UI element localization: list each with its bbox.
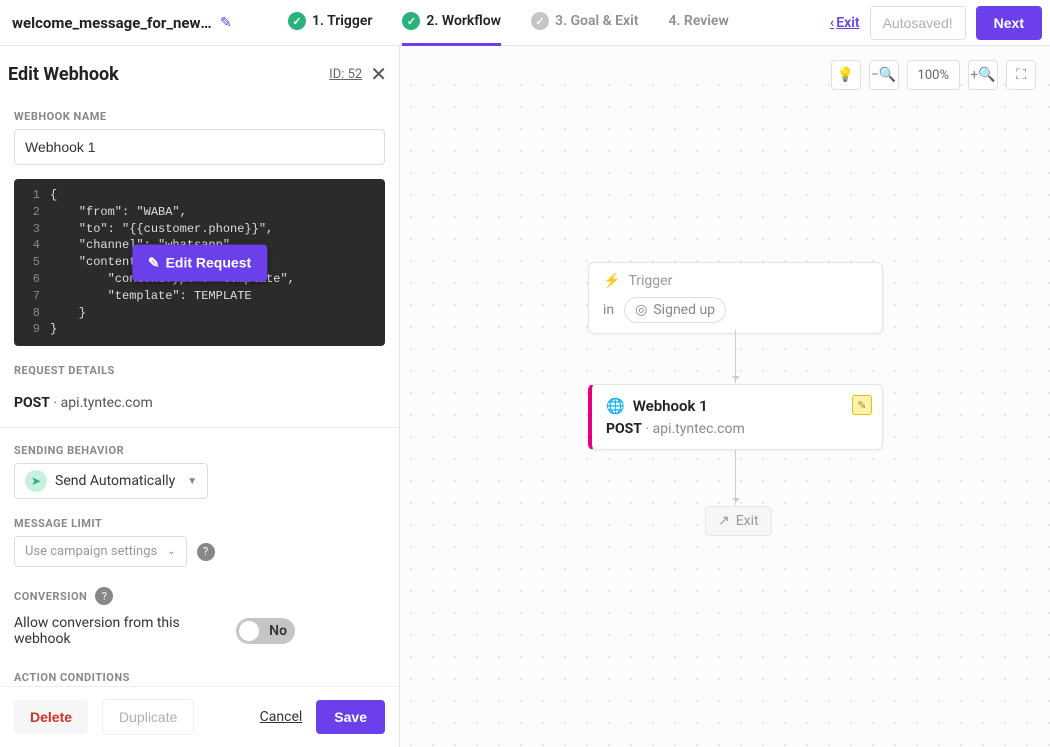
edit-title-icon[interactable]: ✎ (220, 15, 232, 31)
zoom-level: 100% (907, 60, 960, 90)
step-review[interactable]: 4. Review (668, 0, 728, 46)
hint-icon[interactable]: 💡 (831, 60, 861, 90)
webhook-name-input[interactable] (14, 129, 385, 165)
exit-link[interactable]: ‹Exit (830, 15, 860, 31)
top-bar: welcome_message_for_new_… ✎ ✓ 1. Trigger… (0, 0, 1050, 46)
step-trigger[interactable]: ✓ 1. Trigger (288, 0, 372, 46)
next-button[interactable]: Next (976, 6, 1042, 40)
edit-webhook-panel: Edit Webhook ID: 52 ✕ WEBHOOK NAME 1{ 2 … (0, 46, 400, 747)
connector (735, 330, 736, 383)
connector (735, 450, 736, 505)
request-body-preview: 1{ 2 "from": "WABA", 3 "to": "{{customer… (14, 179, 385, 346)
note-icon[interactable]: ✎ (852, 395, 872, 415)
message-limit-select[interactable]: Use campaign settings ⌄ (14, 536, 187, 567)
zoom-out-button[interactable]: −🔍 (869, 60, 899, 90)
webhook-id[interactable]: ID: 52 (329, 67, 362, 82)
conversion-label: CONVERSION (14, 590, 87, 603)
wizard-steps: ✓ 1. Trigger ✓ 2. Workflow ✓ 3. Goal & E… (288, 0, 830, 46)
chevron-left-icon: ‹ (830, 15, 834, 31)
zoom-fit-button[interactable]: ⛶ (1006, 60, 1036, 90)
exit-node[interactable]: ↗ Exit (705, 506, 772, 536)
step-workflow[interactable]: ✓ 2. Workflow (402, 0, 501, 46)
pencil-icon: ✎ (148, 254, 160, 271)
delete-button[interactable]: Delete (14, 700, 88, 734)
autosaved-indicator: Autosaved! (870, 6, 966, 40)
help-icon[interactable]: ? (95, 587, 113, 605)
campaign-title: welcome_message_for_new_… (12, 14, 212, 32)
panel-title: Edit Webhook (8, 64, 119, 85)
sending-behavior-select[interactable]: ➤ Send Automatically ▼ (14, 463, 208, 499)
conversion-text: Allow conversion from this webhook (14, 615, 236, 647)
check-icon: ✓ (402, 12, 420, 30)
step-goal-exit[interactable]: ✓ 3. Goal & Exit (531, 0, 638, 46)
sending-behavior-label: SENDING BEHAVIOR (14, 444, 385, 457)
action-conditions-label: ACTION CONDITIONS (14, 671, 385, 684)
bolt-icon: ⚡ (603, 273, 620, 289)
edit-request-button[interactable]: ✎ Edit Request (132, 244, 267, 281)
webhook-name-label: WEBHOOK NAME (14, 110, 385, 123)
request-details-label: REQUEST DETAILS (14, 364, 385, 377)
segment-icon: ◎ (635, 302, 647, 318)
segment-pill: ◎Signed up (624, 297, 726, 323)
check-icon: ✓ (531, 12, 549, 30)
send-icon: ➤ (25, 470, 47, 492)
request-details: POST · api.tyntec.com (14, 395, 385, 411)
check-icon: ✓ (288, 12, 306, 30)
workflow-canvas[interactable]: 💡 −🔍 100% +🔍 ⛶ ⚡Trigger in ◎Signed up ✎ … (400, 46, 1050, 747)
message-limit-label: MESSAGE LIMIT (14, 517, 385, 530)
zoom-in-button[interactable]: +🔍 (968, 60, 998, 90)
globe-icon: 🌐 (606, 397, 625, 415)
chevron-down-icon: ▼ (187, 476, 197, 487)
webhook-node[interactable]: ✎ 🌐Webhook 1 POST · api.tyntec.com (588, 384, 883, 450)
conversion-toggle[interactable]: No (236, 618, 295, 644)
cancel-link[interactable]: Cancel (260, 709, 303, 725)
help-icon[interactable]: ? (197, 543, 215, 561)
exit-icon: ↗ (718, 513, 730, 529)
duplicate-button[interactable]: Duplicate (102, 699, 194, 735)
save-button[interactable]: Save (316, 700, 385, 734)
close-icon[interactable]: ✕ (370, 62, 387, 86)
chevron-down-icon: ⌄ (167, 546, 175, 557)
trigger-node[interactable]: ⚡Trigger in ◎Signed up (588, 262, 883, 334)
